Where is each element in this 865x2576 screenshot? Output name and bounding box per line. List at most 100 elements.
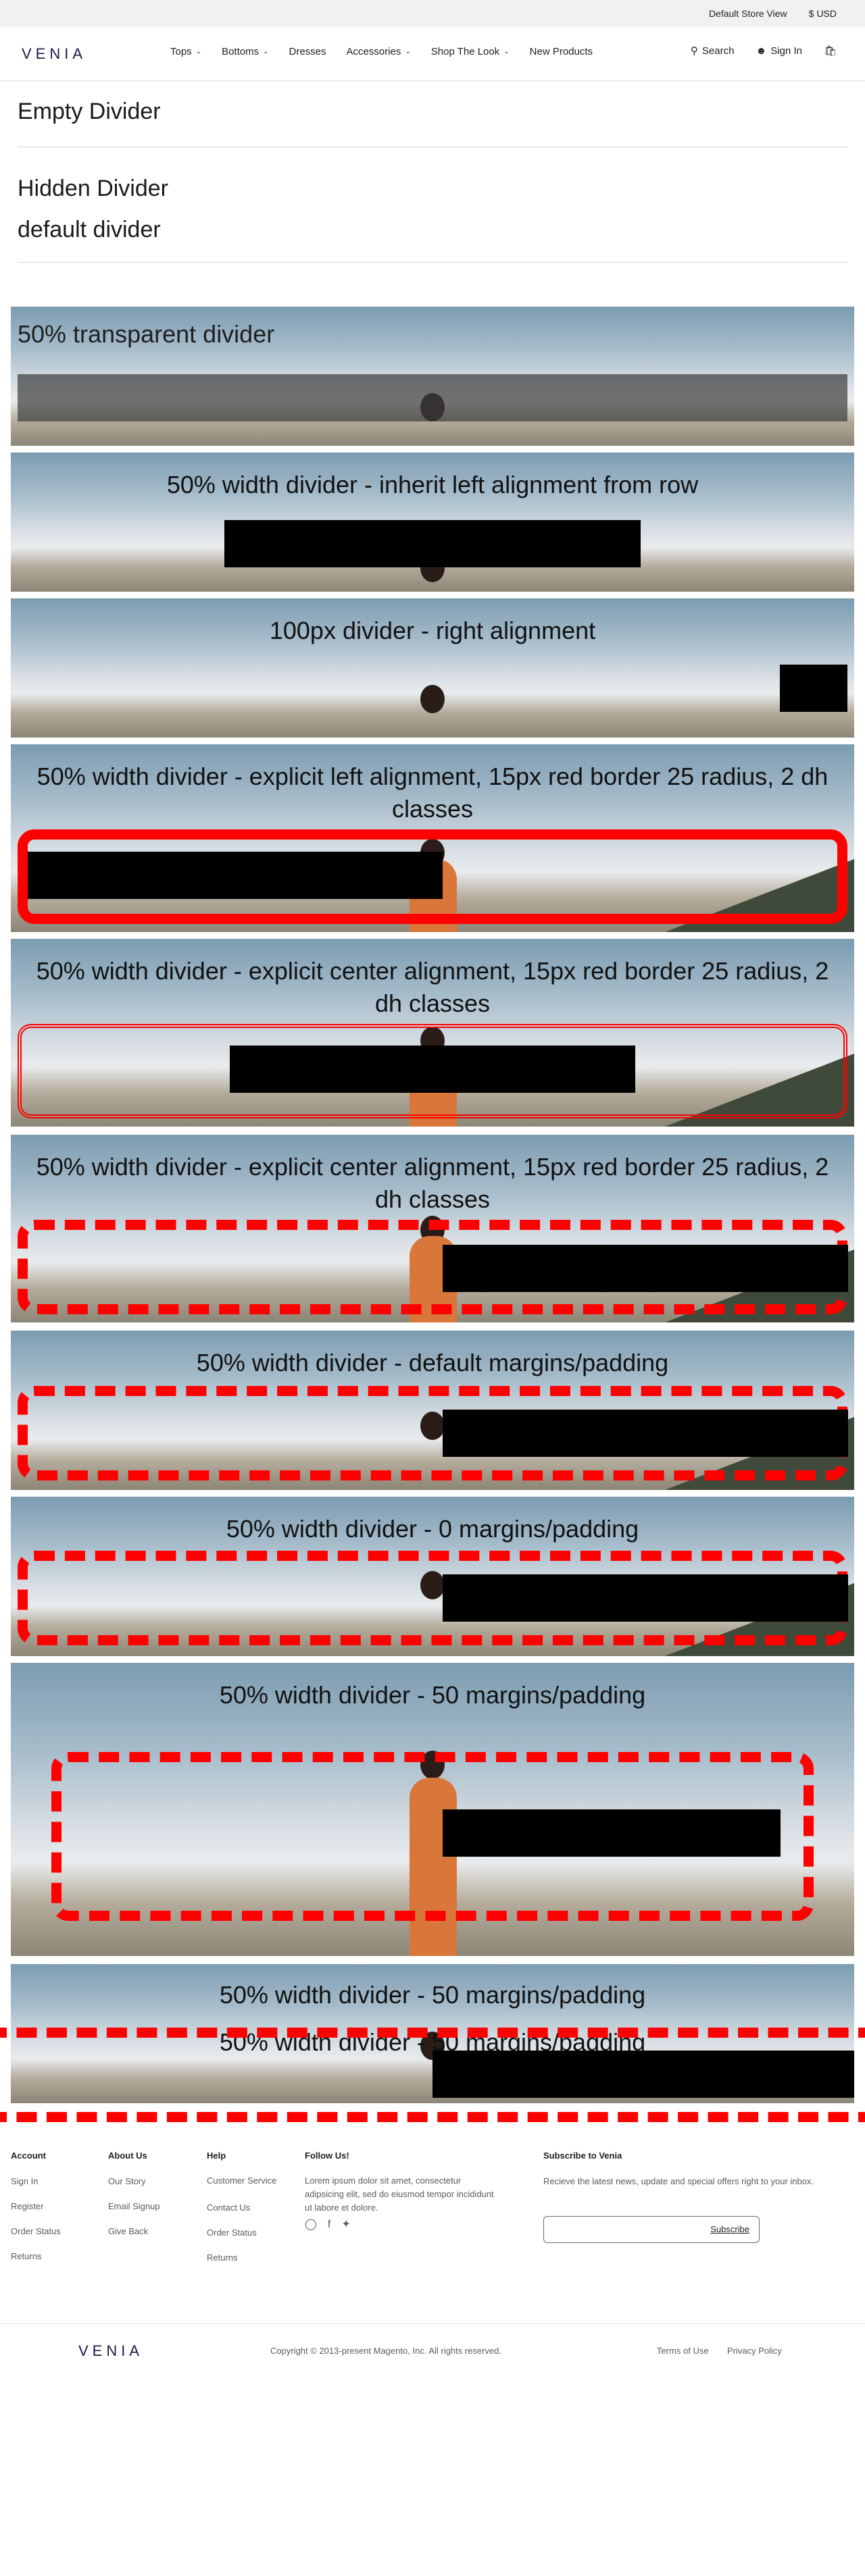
instagram-icon[interactable]: ◯ [305,2219,317,2230]
subscribe-form: Subscribe [543,2216,760,2243]
row-50-margins: 50% width divider - 50 margins/padding [11,1663,854,1956]
row-title: 50% width divider - 50 margins/padding [219,1981,646,2009]
red-border-box [51,1752,814,1921]
model-image [420,685,445,713]
nav-item-tops[interactable]: Tops ⌄ [170,46,201,57]
social-icons: ◯ f ✦ [305,2219,494,2230]
divider-block [230,1046,635,1093]
divider-block [443,1410,848,1457]
site-footer: Account Sign In Register Order Status Re… [0,2134,865,2323]
divider-block [224,520,641,567]
chevron-down-icon: ⌄ [195,48,202,55]
footer-link[interactable]: Email Signup [108,2202,160,2211]
footer-heading: Help [207,2150,226,2161]
terms-link[interactable]: Terms of Use [657,2346,709,2356]
footer-account: Account Sign In Register Order Status Re… [11,2151,61,2277]
cart-button[interactable]: 🛍 [824,45,837,57]
footer-logo[interactable]: VENIA [78,2342,143,2360]
top-bar: Default Store View $ USD [0,0,865,27]
nav-item-new-products[interactable]: New Products [530,46,593,57]
row-title: 50% transparent divider [18,320,275,348]
row-title: 50% width divider - 50 margins/padding [219,1681,646,1709]
footer-about: About Us Our Story Email Signup Give Bac… [108,2151,160,2252]
divider-block [443,1574,848,1622]
chevron-down-icon: ⌄ [503,48,510,55]
row-title: 50% width divider - explicit left alignm… [36,763,829,823]
divider-block [443,1245,848,1292]
footer-link[interactable]: Our Story [108,2177,160,2186]
footer-link[interactable]: Give Back [108,2227,160,2236]
divider-block [443,1809,781,1857]
site-header: VENIA Tops ⌄ Bottoms ⌄ Dresses Accessories… [0,27,865,81]
row-transparent: 50% transparent divider [11,307,854,446]
nav-item-accessories[interactable]: Accessories ⌄ [347,46,411,57]
footer-follow: Follow Us! Lorem ipsum dolor sit amet, c… [305,2151,494,2230]
row-title: 50% width divider - inherit left alignme… [166,471,699,498]
red-border-box [18,1386,848,1480]
signin-button[interactable]: ☻ Sign In [756,45,802,57]
footer-help: Help Customer Service Contact Us Order S… [207,2151,281,2278]
divider-block [780,665,847,712]
row-right-align: 100px divider - right alignment [11,598,854,738]
row-default-margins: 50% width divider - default margins/padd… [11,1331,854,1490]
row-title: 50% width divider - 0 margins/padding [226,1515,639,1543]
nav-item-bottoms[interactable]: Bottoms ⌄ [222,46,268,57]
nav-item-dresses[interactable]: Dresses [289,46,326,57]
heading-default-divider: default divider [18,217,161,242]
divider-default [18,262,847,263]
bottom-footer: VENIA Copyright © 2013-present Magento, … [0,2323,865,2377]
red-border-box [18,1551,848,1645]
search-icon: ⚲ [690,45,698,57]
footer-follow-text: Lorem ipsum dolor sit amet, consectetur … [305,2175,494,2213]
store-switcher[interactable]: Default Store View [709,8,787,19]
heading-hidden-divider: Hidden Divider [18,176,168,201]
footer-link[interactable]: Customer Service [207,2174,281,2188]
email-field[interactable] [549,2217,698,2242]
footer-link[interactable]: Register [11,2202,61,2211]
footer-link[interactable]: Returns [207,2253,281,2263]
footer-link[interactable]: Sign In [11,2177,61,2186]
overflow-red-border [0,2028,865,2122]
chevron-down-icon: ⌄ [405,48,411,55]
page-content: Empty Divider Hidden Divider default div… [0,99,865,263]
row-inherit-left: 50% width divider - inherit left alignme… [11,453,854,592]
footer-link[interactable]: Contact Us [207,2203,281,2213]
row-title: 50% width divider - default margins/padd… [196,1349,669,1376]
footer-subscribe: Subscribe to Venia Recieve the latest ne… [543,2151,854,2243]
search-button[interactable]: ⚲ Search [691,45,735,57]
main-nav: Tops ⌄ Bottoms ⌄ Dresses Accessories ⌄ Shop… [170,46,593,57]
row-title: 50% width divider - explicit center alig… [36,1153,829,1213]
chevron-down-icon: ⌄ [263,48,269,55]
footer-heading: Follow Us! [305,2150,349,2161]
privacy-link[interactable]: Privacy Policy [727,2346,782,2356]
nav-item-shop-the-look[interactable]: Shop The Look ⌄ [431,46,510,57]
divider-block [28,852,443,899]
red-border-box [18,829,847,924]
footer-heading: Subscribe to Venia [543,2150,622,2161]
heading-empty-divider: Empty Divider [18,99,161,124]
row-explicit-center-dashed: 50% width divider - explicit center alig… [11,1135,854,1322]
cart-icon: 🛍 [823,45,837,57]
row-title: 50% width divider - explicit center alig… [36,957,829,1017]
row-title: 100px divider - right alignment [269,617,596,644]
subscribe-text: Recieve the latest news, update and spec… [543,2176,814,2186]
footer-heading: Account [11,2150,46,2161]
subscribe-button[interactable]: Subscribe [710,2225,749,2234]
copyright: Copyright © 2013-present Magento, Inc. A… [270,2346,501,2356]
row-zero-margins: 50% width divider - 0 margins/padding [11,1497,854,1656]
user-icon: ☻ [756,45,767,57]
facebook-icon[interactable]: f [328,2219,330,2230]
footer-link[interactable]: Returns [11,2252,61,2261]
row-explicit-center: 50% width divider - explicit center alig… [11,939,854,1127]
red-border-box [18,1220,848,1314]
red-border-box [18,1024,847,1118]
transparent-divider [18,374,847,421]
twitter-icon[interactable]: ✦ [341,2219,350,2230]
row-explicit-left: 50% width divider - explicit left alignm… [11,744,854,932]
footer-heading: About Us [108,2150,147,2161]
footer-link[interactable]: Order Status [11,2227,61,2236]
footer-link[interactable]: Order Status [207,2228,281,2238]
currency-switcher[interactable]: $ USD [809,8,837,19]
site-logo[interactable]: VENIA [22,45,86,63]
header-actions: ⚲ Search ☻ Sign In 🛍 [691,45,837,57]
